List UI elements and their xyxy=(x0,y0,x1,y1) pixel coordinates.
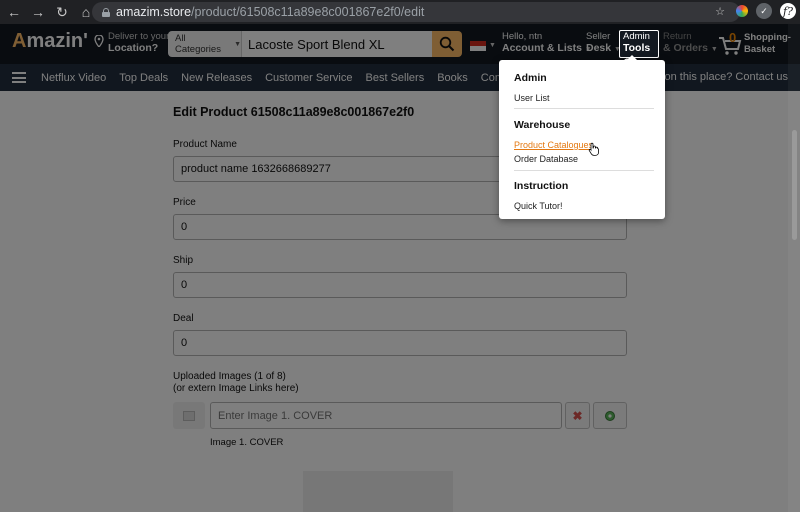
bookmark-star-icon[interactable]: ☆ xyxy=(712,3,728,19)
scrollbar-thumb[interactable] xyxy=(792,130,797,240)
dropdown-section-warehouse: Warehouse xyxy=(514,119,571,131)
extension-check-icon[interactable]: ✓ xyxy=(756,3,772,19)
back-icon[interactable]: ← xyxy=(4,2,24,22)
lock-icon xyxy=(102,7,110,17)
scrollbar-track[interactable] xyxy=(788,24,800,512)
menu-item-quick-tutor[interactable]: Quick Tutor! xyxy=(514,201,563,211)
color-extension-icon[interactable] xyxy=(736,5,748,17)
forward-icon[interactable]: → xyxy=(28,2,48,22)
menu-item-user-list[interactable]: User List xyxy=(514,93,550,103)
menu-item-order-database[interactable]: Order Database xyxy=(514,154,578,164)
admin-tools-menu-active[interactable]: Admin Tools ▼ xyxy=(619,30,659,65)
modal-overlay[interactable] xyxy=(0,24,800,512)
menu-item-product-catalogues[interactable]: Product Catalogues xyxy=(514,140,593,150)
url-host: amazim.store xyxy=(116,5,192,19)
profile-avatar[interactable]: f? xyxy=(780,3,796,19)
hand-cursor-icon xyxy=(588,142,599,156)
reload-icon[interactable]: ↻ xyxy=(52,2,72,22)
url-path: /product/61508c11a89e8c001867e2f0/edit xyxy=(191,5,425,19)
divider xyxy=(514,108,654,109)
address-bar[interactable]: amazim.store/product/61508c11a89e8c00186… xyxy=(92,2,740,22)
browser-toolbar: ← → ↻ ⌂ amazim.store/product/61508c11a89… xyxy=(0,0,800,24)
divider xyxy=(514,170,654,171)
admin-tools-dropdown: Admin User List Warehouse Product Catalo… xyxy=(499,55,665,219)
dropdown-section-admin: Admin xyxy=(514,72,547,84)
dropdown-section-instruction: Instruction xyxy=(514,180,569,192)
